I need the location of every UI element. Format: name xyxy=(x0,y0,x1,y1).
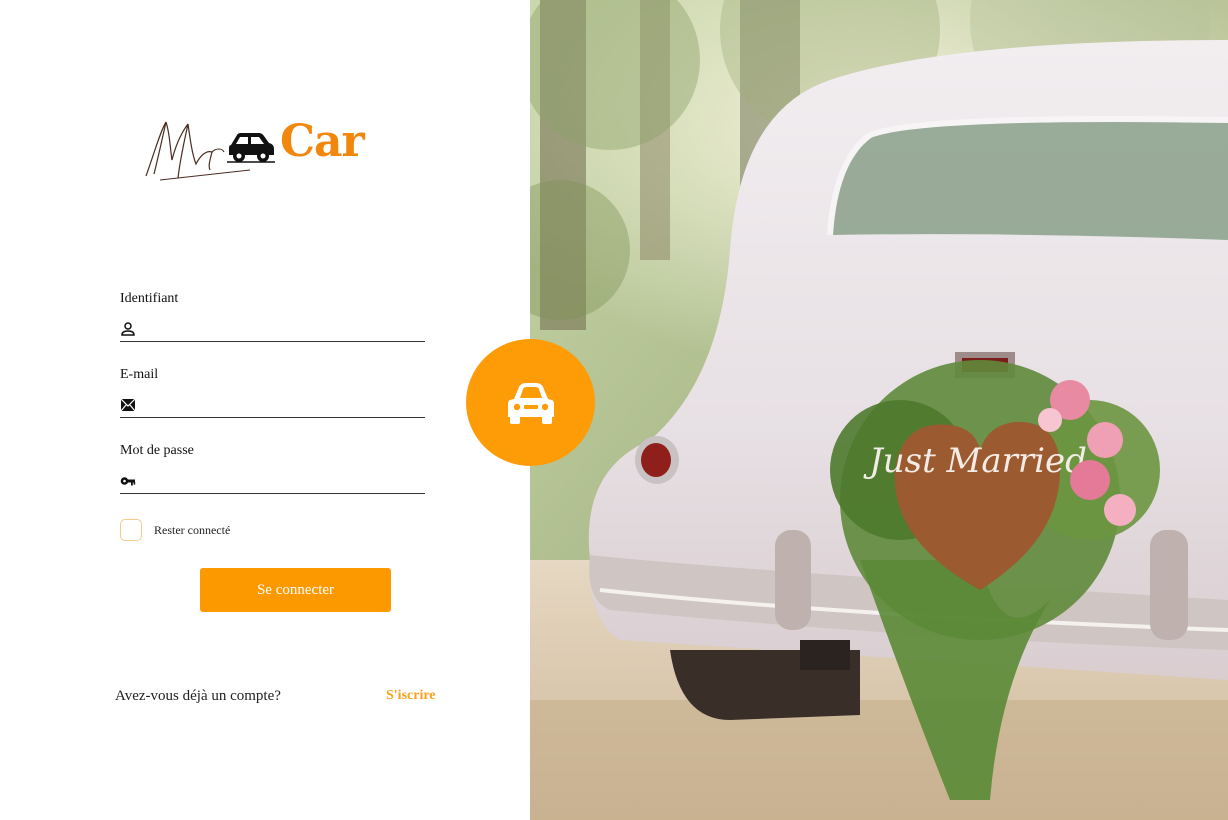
remember-me[interactable]: Rester connecté xyxy=(120,519,230,541)
logo-text: Car xyxy=(280,116,365,167)
register-link[interactable]: S'iscrire xyxy=(386,688,436,704)
car-front-icon xyxy=(507,382,554,424)
remember-label: Rester connecté xyxy=(154,522,231,537)
identifier-field: Identifiant xyxy=(120,290,425,342)
car-badge xyxy=(466,339,595,466)
identifier-input[interactable] xyxy=(142,318,422,340)
user-icon xyxy=(121,322,135,336)
password-field: Mot de passe xyxy=(120,442,425,494)
identifier-row xyxy=(120,316,425,342)
password-row xyxy=(120,468,425,494)
remember-checkbox[interactable] xyxy=(120,519,142,541)
brand-logo: Car xyxy=(138,112,378,188)
key-icon xyxy=(120,477,136,486)
wedding-car-illustration: Just Married xyxy=(530,0,1228,820)
email-field: E-mail xyxy=(120,366,425,418)
email-label: E-mail xyxy=(120,367,159,382)
login-panel: Car Identifiant E-mail Mot de passe Rest… xyxy=(0,0,530,820)
account-question: Avez-vous déjà un compte? xyxy=(115,688,281,704)
password-label: Mot de passe xyxy=(120,443,194,458)
car-icon xyxy=(227,133,275,163)
wedding-car-photo: Just Married xyxy=(530,0,1228,820)
password-input[interactable] xyxy=(142,470,422,492)
sign-text: Just Married xyxy=(863,441,1087,481)
envelope-icon xyxy=(120,398,136,412)
identifier-label: Identifiant xyxy=(120,291,179,306)
email-input[interactable] xyxy=(142,394,422,416)
email-row xyxy=(120,392,425,418)
login-button[interactable]: Se connecter xyxy=(200,568,391,612)
